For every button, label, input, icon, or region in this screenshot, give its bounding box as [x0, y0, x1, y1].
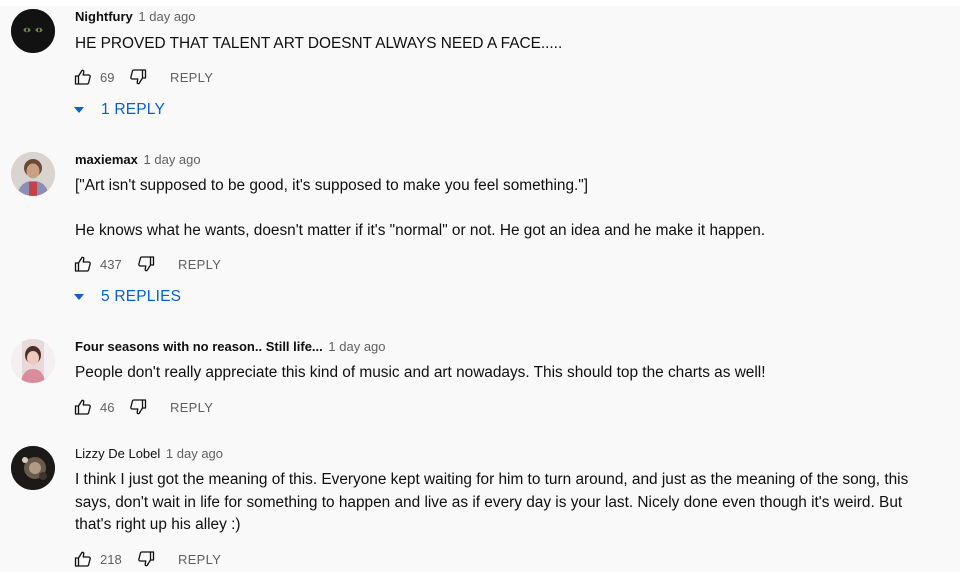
comment-time[interactable]: 1 day ago [144, 152, 201, 167]
dark-photo-icon [11, 446, 55, 490]
comment-paragraph: I think I just got the meaning of this. … [75, 471, 909, 533]
thumb-up-icon[interactable] [73, 67, 93, 87]
comment-text: People don't really appreciate this kind… [75, 362, 935, 385]
thumb-up-icon[interactable] [73, 254, 93, 274]
comment-actions: 46 REPLY [73, 397, 213, 417]
thumb-down-icon[interactable] [128, 67, 148, 87]
comment-actions: 69 REPLY [73, 67, 213, 87]
comment-header: maxiemax 1 day ago [75, 152, 201, 167]
like-count: 437 [100, 256, 122, 272]
avatar[interactable] [11, 152, 55, 196]
view-replies-button[interactable]: 5 REPLIES [72, 286, 181, 308]
reply-button[interactable]: REPLY [178, 552, 221, 567]
comment-text: ["Art isn't supposed to be good, it's su… [75, 175, 935, 242]
comment-text: HE PROVED THAT TALENT ART DOESNT ALWAYS … [75, 33, 935, 56]
reply-button[interactable]: REPLY [178, 257, 221, 272]
comment-paragraph: ["Art isn't supposed to be good, it's su… [75, 177, 589, 194]
comment-paragraph: HE PROVED THAT TALENT ART DOESNT ALWAYS … [75, 35, 563, 52]
cat-eyes-icon [11, 9, 55, 53]
like-count: 218 [100, 551, 122, 567]
reply-button[interactable]: REPLY [170, 400, 213, 415]
like-count: 69 [100, 69, 115, 85]
comment-text: I think I just got the meaning of this. … [75, 469, 935, 537]
person-photo-icon [11, 152, 55, 196]
author-name[interactable]: Four seasons with no reason.. Still life… [75, 339, 323, 354]
thumb-up-icon[interactable] [73, 397, 93, 417]
caret-down-icon [74, 294, 84, 300]
reply-button[interactable]: REPLY [170, 70, 213, 85]
comment-actions: 218 REPLY [73, 549, 221, 569]
thumb-down-icon[interactable] [128, 397, 148, 417]
view-replies-button[interactable]: 1 REPLY [72, 99, 165, 121]
author-name[interactable]: Lizzy De Lobel [75, 446, 160, 461]
author-name[interactable]: Nightfury [75, 9, 133, 24]
thumb-up-icon[interactable] [73, 549, 93, 569]
comment-time[interactable]: 1 day ago [138, 9, 195, 24]
caret-down-icon [74, 107, 84, 113]
comment-header: Lizzy De Lobel 1 day ago [75, 446, 223, 461]
comment-actions: 437 REPLY [73, 254, 221, 274]
comment-paragraph: People don't really appreciate this kind… [75, 364, 766, 381]
author-name[interactable]: maxiemax [75, 152, 138, 167]
thumb-down-icon[interactable] [136, 549, 156, 569]
person-photo-icon [11, 339, 55, 383]
like-count: 46 [100, 399, 115, 415]
comment-header: Nightfury 1 day ago [75, 9, 196, 24]
replies-label: 5 REPLIES [101, 288, 182, 305]
comment-header: Four seasons with no reason.. Still life… [75, 339, 386, 354]
avatar[interactable] [11, 9, 55, 53]
top-strip [0, 0, 960, 6]
comment-time[interactable]: 1 day ago [328, 339, 385, 354]
avatar[interactable] [11, 446, 55, 490]
avatar[interactable] [11, 339, 55, 383]
replies-label: 1 REPLY [101, 101, 166, 118]
comment-paragraph: He knows what he wants, doesn't matter i… [75, 221, 766, 239]
thumb-down-icon[interactable] [136, 254, 156, 274]
comment-time[interactable]: 1 day ago [166, 446, 223, 461]
